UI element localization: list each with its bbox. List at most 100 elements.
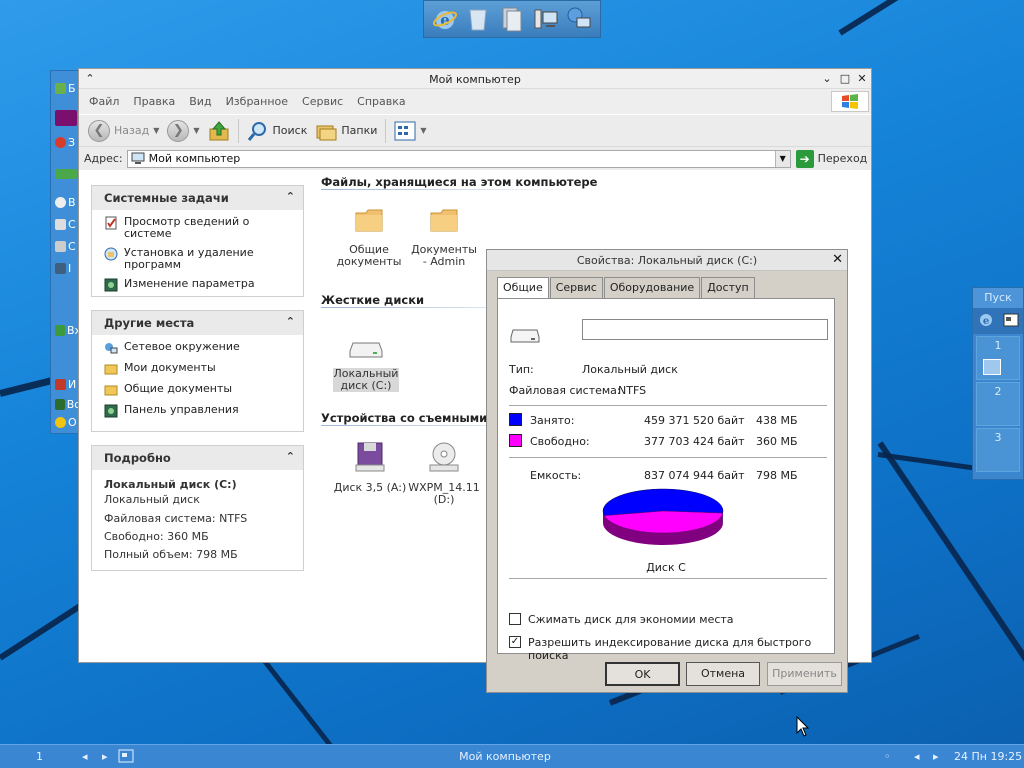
workspace-1[interactable]: 1 [976, 336, 1020, 380]
minimize-button[interactable]: ⌄ [819, 71, 835, 87]
tab-general[interactable]: Общие [497, 277, 549, 299]
tab-tools[interactable]: Сервис [549, 277, 603, 298]
close-button[interactable]: ✕ [854, 71, 870, 87]
apply-button[interactable]: Применить [767, 662, 842, 686]
dialog-title: Свойства: Локальный диск (C:) [576, 254, 758, 267]
keyboard-icon [55, 240, 66, 252]
chevron-down-icon: ▼ [420, 126, 427, 135]
details-pane: Подробно ⌃ Локальный диск (C:) Локальный… [91, 445, 304, 571]
properties-titlebar[interactable]: Свойства: Локальный диск (C:) ✕ [487, 250, 847, 271]
drive-floppy-a[interactable]: Диск 3,5 (A:) [333, 441, 407, 494]
forward-button[interactable]: ❯ ▼ [163, 117, 203, 145]
toolbar: ❮ Назад ▼ ❯ ▼ Поиск Папки ▼ [79, 114, 871, 146]
group-disks-title: Жесткие диски [321, 293, 425, 307]
drive-cd-d[interactable]: WXPM_14.11 (D:) [408, 441, 480, 506]
go-arrow-icon: ➔ [795, 149, 814, 168]
folder-admin-documents[interactable]: Документы - Admin [408, 205, 480, 268]
workspace-2[interactable]: 2 [976, 382, 1020, 426]
cd-drive-icon [429, 442, 459, 472]
folders-button[interactable]: Папки [311, 117, 381, 145]
programs-icon [104, 247, 118, 261]
place-shared-documents[interactable]: Общие документы [104, 383, 291, 397]
other-places-pane: Другие места ⌃ Сетевое окружение Мои док… [91, 310, 304, 432]
quick-launch-bar: e [423, 0, 601, 38]
taskbar-task-button[interactable]: Мой компьютер [0, 750, 1010, 763]
folder-icon [104, 385, 118, 396]
place-network[interactable]: Сетевое окружение [104, 341, 291, 355]
control-panel-icon [104, 278, 118, 292]
collapse-icon[interactable]: ⌃ [286, 315, 295, 328]
network-icon[interactable] [565, 5, 593, 33]
used-label: Занято: [530, 414, 575, 427]
drive-local-c[interactable]: Локальный диск (C:) [333, 337, 399, 392]
clock: 24 Пн 19:25 [954, 750, 1023, 763]
maximize-button[interactable]: □ [837, 71, 853, 87]
task-change-setting[interactable]: Изменение параметра [104, 278, 291, 292]
chevron-down-icon: ▼ [193, 126, 200, 135]
floppy-disk-icon [355, 442, 385, 472]
tab-hardware[interactable]: Оборудование [603, 277, 701, 298]
wallpaper-streak [877, 441, 1024, 719]
collapse-icon[interactable]: ⌃ [286, 450, 295, 463]
tray-prev-button[interactable]: ◂ [914, 750, 920, 763]
task-view-system-info[interactable]: Просмотр сведений о системе [104, 216, 291, 240]
index-checkbox[interactable]: ✓ [509, 636, 521, 648]
place-control-panel[interactable]: Панель управления [104, 404, 291, 418]
collapse-icon[interactable]: ⌃ [286, 190, 295, 203]
details-free: Свободно: 360 МБ [104, 530, 209, 543]
details-total: Полный объем: 798 МБ [104, 548, 238, 561]
task-add-remove-programs[interactable]: Установка и удаление программ [104, 247, 291, 271]
capacity-label: Емкость: [530, 469, 582, 482]
system-tasks-header[interactable]: Системные задачи ⌃ [92, 186, 303, 210]
start-button[interactable]: Пуск [973, 288, 1023, 308]
recycle-bin-icon[interactable] [464, 5, 492, 33]
menu-favorites[interactable]: Избранное [226, 95, 288, 108]
back-button[interactable]: ❮ Назад ▼ [84, 117, 163, 145]
cancel-button[interactable]: Отмена [686, 662, 760, 686]
place-my-documents[interactable]: Мои документы [104, 362, 291, 376]
up-button[interactable] [204, 117, 234, 145]
tab-sharing[interactable]: Доступ [701, 277, 755, 298]
go-button[interactable]: ➔ Переход [795, 149, 867, 168]
ok-button[interactable]: OK [605, 662, 680, 686]
internet-explorer-icon[interactable]: e [977, 311, 995, 332]
internet-explorer-icon[interactable]: e [431, 5, 459, 33]
workspace-3[interactable]: 3 [976, 428, 1020, 472]
menu-view[interactable]: Вид [189, 95, 211, 108]
filesystem-value: NTFS [618, 384, 647, 397]
hard-drive-icon [510, 329, 540, 343]
views-button[interactable]: ▼ [390, 117, 430, 145]
address-bar: Адрес: Мой компьютер ▼ ➔ Переход [79, 146, 871, 170]
menu-edit[interactable]: Правка [133, 95, 175, 108]
tray-next-button[interactable]: ▸ [933, 750, 939, 763]
menu-help[interactable]: Справка [357, 95, 405, 108]
search-button[interactable]: Поиск [243, 117, 312, 145]
index-label[interactable]: Разрешить индексирование диска для быстр… [528, 636, 834, 662]
compress-label[interactable]: Сжимать диск для экономии места [528, 613, 734, 626]
folder-up-icon [209, 120, 229, 140]
filesystem-label: Файловая система: [509, 384, 621, 397]
address-input[interactable]: Мой компьютер ▼ [126, 149, 791, 168]
volume-label-input[interactable] [582, 319, 828, 340]
mouse-icon [55, 218, 66, 230]
close-button[interactable]: ✕ [832, 252, 843, 267]
explorer-titlebar[interactable]: ⌃ Мой компьютер ⌄ □ ✕ [79, 69, 871, 89]
compress-checkbox[interactable] [509, 613, 521, 625]
back-arrow-icon: ❮ [88, 119, 110, 142]
address-dropdown-button[interactable]: ▼ [774, 150, 790, 167]
window-list-icon[interactable] [1002, 311, 1020, 332]
my-computer-icon [131, 152, 145, 164]
used-mb: 438 МБ [756, 414, 798, 427]
my-computer-icon[interactable] [532, 5, 560, 33]
details-header[interactable]: Подробно ⌃ [92, 446, 303, 470]
other-places-header[interactable]: Другие места ⌃ [92, 311, 303, 335]
workspace-pager: Пуск e 1 2 3 [972, 287, 1024, 480]
menu-file[interactable]: Файл [89, 95, 119, 108]
taskbar: 1 ◂ ▸ Мой компьютер ◦ ◂ ▸ 24 Пн 19:25 [0, 744, 1024, 768]
documents-icon[interactable] [498, 5, 526, 33]
free-bytes: 377 703 424 байт [644, 435, 745, 448]
folder-shared-documents[interactable]: Общие документы [333, 205, 405, 268]
free-space-swatch [509, 434, 522, 447]
windows-logo-icon [831, 91, 869, 112]
menu-tools[interactable]: Сервис [302, 95, 343, 108]
